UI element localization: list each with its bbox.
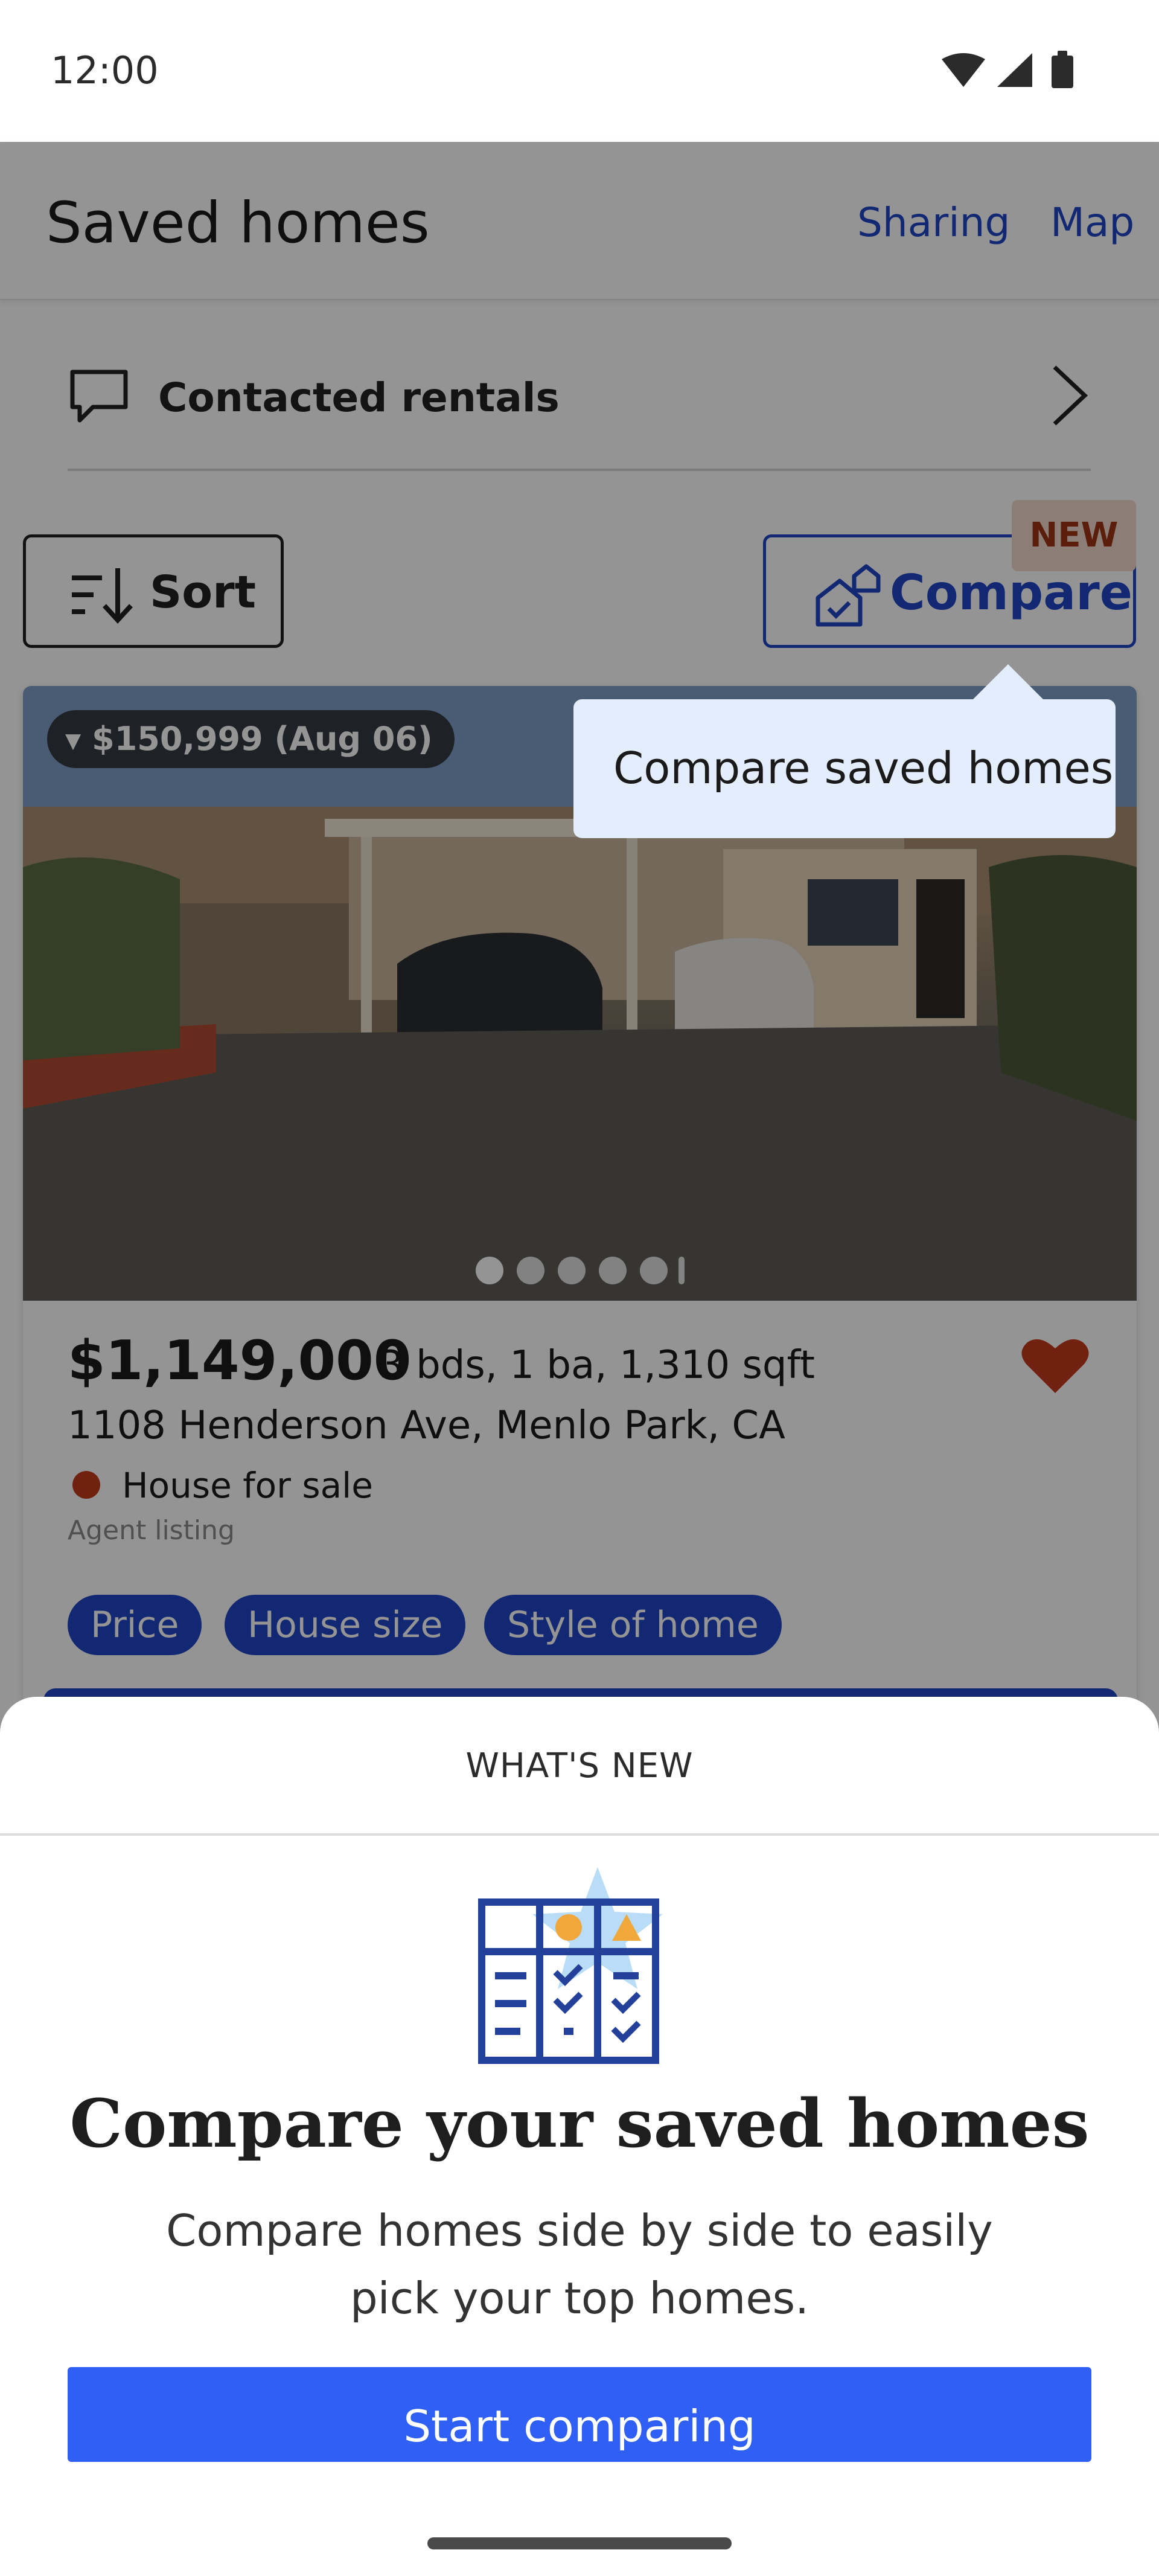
sheet-title: Compare your saved homes: [69, 2084, 1090, 2162]
compare-tooltip: Compare saved homes: [573, 664, 1116, 838]
start-comparing-button[interactable]: Start comparing: [68, 2367, 1091, 2462]
battery-icon: [1052, 51, 1073, 88]
wifi-icon: [942, 53, 985, 87]
home-indicator[interactable]: [427, 2537, 732, 2549]
sheet-body: Compare homes side by side to easily pic…: [166, 2205, 993, 2324]
start-comparing-label: Start comparing: [403, 2401, 756, 2452]
tooltip-arrow: [972, 664, 1044, 700]
whats-new-sheet: WHAT'S NEW Compare your saved homes Comp…: [0, 1697, 1159, 2576]
status-time: 12:00: [51, 48, 159, 92]
tooltip-text: Compare saved homes: [613, 743, 1114, 793]
compare-table-illustration-icon: [478, 1867, 663, 2064]
sheet-divider: [0, 1833, 1159, 1836]
sheet-heading: WHAT'S NEW: [465, 1746, 694, 1786]
signal-icon: [997, 53, 1032, 87]
status-bar: 12:00: [0, 0, 1159, 142]
status-icons: [942, 51, 1073, 88]
